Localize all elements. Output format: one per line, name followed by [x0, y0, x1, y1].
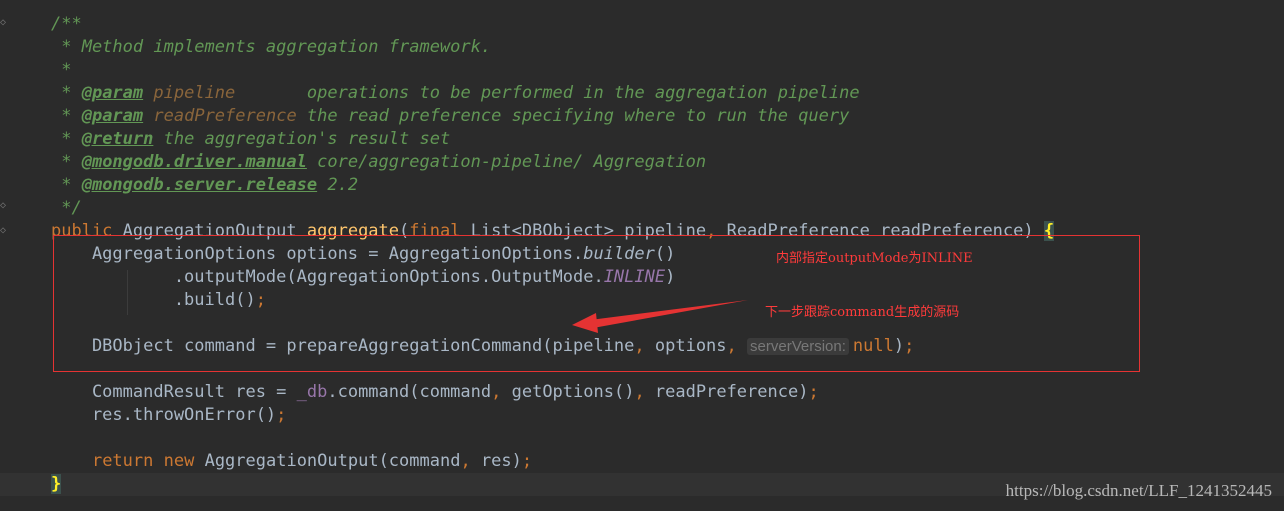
arrow-shaft — [590, 300, 748, 328]
watermark: https://blog.csdn.net/LLF_1241352445 — [1005, 481, 1272, 500]
annotation-arrow — [572, 300, 748, 333]
arrow-head — [572, 313, 598, 333]
